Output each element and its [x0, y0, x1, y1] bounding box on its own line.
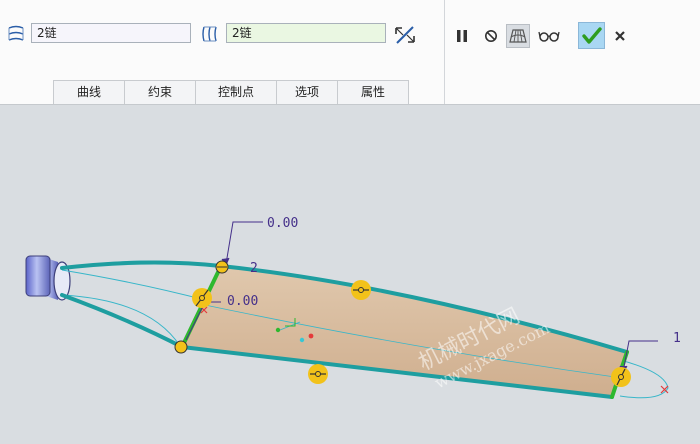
chain-label-2: 2 [250, 261, 258, 276]
tab-curves[interactable]: 曲线 [53, 80, 125, 104]
verify-preview-button[interactable] [506, 24, 530, 48]
tab-options[interactable]: 选项 [276, 80, 338, 104]
ok-button[interactable] [578, 22, 605, 49]
tab-control-points[interactable]: 控制点 [195, 80, 277, 104]
dashboard-separator [444, 0, 445, 104]
second-direction-collector[interactable]: 2链 [226, 23, 386, 43]
verify-preview-icon [509, 29, 527, 43]
handle-right-chain[interactable] [611, 367, 631, 387]
swap-arrows-icon[interactable] [393, 23, 417, 47]
handle-top-middle[interactable] [351, 280, 371, 300]
tab-constraints[interactable]: 约束 [124, 80, 196, 104]
tab-properties[interactable]: 属性 [337, 80, 409, 104]
boundary-blend-first-direction-icon[interactable] [6, 24, 26, 44]
graphics-window[interactable]: 0.00 0.00 2 1 机械时代网 www.jxage.com [0, 105, 700, 444]
pause-button[interactable] [450, 24, 474, 48]
corner-point-top[interactable] [215, 260, 229, 274]
glasses-icon [538, 31, 560, 42]
dashboard: 2链 2链 曲线 约束 控制点 选项 属性 [0, 0, 700, 105]
dashboard-tabs: 曲线 约束 控制点 选项 属性 [53, 80, 409, 104]
cancel-button[interactable] [608, 24, 632, 48]
handle-left-chain[interactable] [192, 288, 212, 308]
boundary-blend-second-direction-icon[interactable] [200, 24, 220, 44]
no-preview-button[interactable] [479, 24, 503, 48]
first-direction-collector[interactable]: 2链 [31, 23, 191, 43]
dimension-mid-label[interactable]: 0.00 [227, 294, 258, 309]
glasses-button[interactable] [536, 24, 562, 48]
chain-label-1: 1 [673, 331, 681, 346]
pause-icon [457, 30, 467, 42]
no-preview-icon [485, 30, 497, 42]
checkmark-icon [581, 26, 602, 44]
close-icon [615, 31, 625, 41]
handle-bottom-middle[interactable] [308, 364, 328, 384]
dimension-top-label[interactable]: 0.00 [267, 216, 298, 231]
corner-point-bottom[interactable] [174, 340, 188, 354]
